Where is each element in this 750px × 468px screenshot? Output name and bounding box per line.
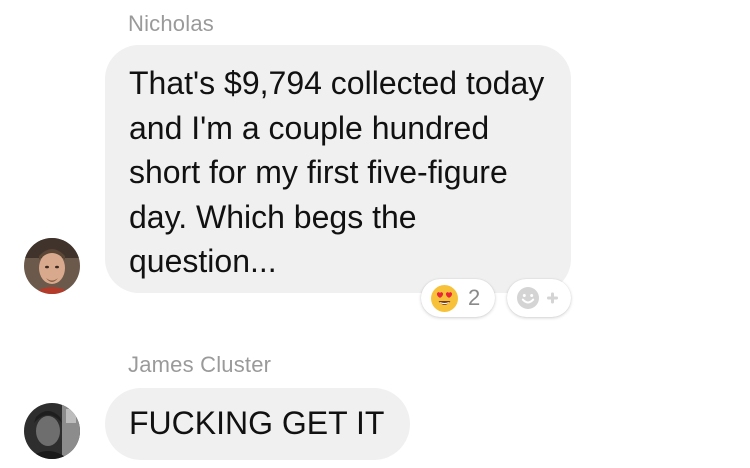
avatar-nicholas[interactable] — [24, 238, 80, 294]
add-reaction-button[interactable] — [507, 279, 571, 317]
message-text: That's $9,794 collected today and I'm a … — [129, 65, 545, 279]
sender-name-nicholas: Nicholas — [128, 11, 214, 36]
reaction-pill[interactable]: 2 — [421, 279, 495, 317]
message-bubble[interactable]: FUCKING GET IT — [105, 388, 410, 460]
sender-name-james-cluster: James Cluster — [128, 352, 272, 377]
reaction-count: 2 — [468, 285, 481, 310]
add-reaction-icon — [517, 287, 558, 309]
heart-eyes-icon — [431, 285, 458, 312]
message-text: FUCKING GET IT — [129, 405, 385, 441]
message-bubble[interactable]: That's $9,794 collected today and I'm a … — [105, 45, 571, 293]
avatar-james-cluster[interactable] — [24, 403, 80, 459]
